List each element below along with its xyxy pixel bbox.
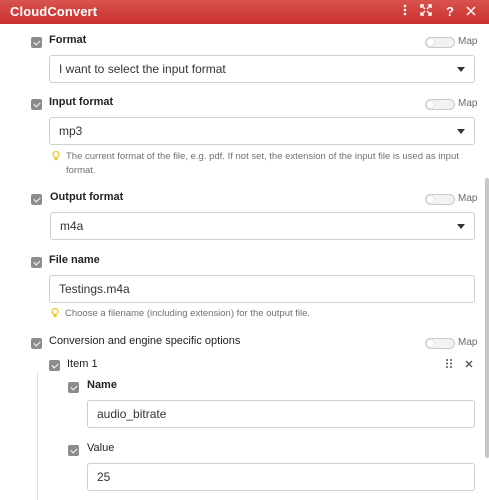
format-select[interactable]: I want to select the input format bbox=[49, 55, 475, 83]
name-checkbox[interactable] bbox=[68, 382, 79, 393]
output-format-label: Output format bbox=[50, 191, 124, 203]
format-select-value: I want to select the input format bbox=[59, 62, 226, 76]
remove-item-icon[interactable] bbox=[465, 359, 473, 371]
format-map-toggle[interactable] bbox=[425, 37, 455, 48]
options-map-toggle[interactable] bbox=[425, 338, 455, 349]
lightbulb-icon bbox=[51, 308, 59, 318]
file-name-hint: Choose a filename (including extension) … bbox=[65, 308, 311, 319]
value-checkbox[interactable] bbox=[68, 445, 79, 456]
format-label: Format bbox=[49, 34, 87, 46]
expand-icon[interactable] bbox=[417, 2, 435, 22]
item-1-label: Item 1 bbox=[67, 358, 98, 370]
file-name-input[interactable]: Testings.m4a bbox=[49, 275, 475, 303]
lightbulb-icon bbox=[52, 151, 60, 161]
more-vertical-icon[interactable] bbox=[396, 2, 414, 22]
input-format-label: Input format bbox=[49, 96, 114, 108]
name-input[interactable]: audio_bitrate bbox=[87, 400, 475, 428]
input-format-select[interactable]: mp3 bbox=[49, 117, 475, 145]
help-icon[interactable]: ? bbox=[441, 2, 459, 22]
output-format-select[interactable]: m4a bbox=[50, 212, 475, 240]
close-icon[interactable] bbox=[462, 2, 480, 22]
output-format-select-value: m4a bbox=[60, 219, 84, 233]
file-name-checkbox[interactable] bbox=[31, 257, 42, 268]
options-checkbox[interactable] bbox=[31, 338, 42, 349]
window-title: CloudConvert bbox=[10, 4, 98, 19]
value-input-value: 25 bbox=[97, 470, 111, 484]
item-1-checkbox[interactable] bbox=[49, 360, 60, 371]
drag-handle-icon[interactable] bbox=[445, 358, 453, 372]
format-map-label: Map bbox=[458, 36, 478, 47]
name-label: Name bbox=[87, 379, 117, 391]
chevron-down-icon bbox=[457, 129, 465, 134]
value-input[interactable]: 25 bbox=[87, 463, 475, 491]
output-format-map-label: Map bbox=[458, 193, 478, 204]
output-format-checkbox[interactable] bbox=[31, 194, 42, 205]
vertical-scrollbar[interactable] bbox=[485, 178, 489, 458]
value-label: Value bbox=[87, 442, 115, 454]
input-format-checkbox[interactable] bbox=[31, 99, 42, 110]
file-name-label: File name bbox=[49, 254, 100, 266]
options-map-label: Map bbox=[458, 337, 478, 348]
output-format-map-toggle[interactable] bbox=[425, 194, 455, 205]
chevron-down-icon bbox=[457, 67, 465, 72]
window-titlebar: CloudConvert ? bbox=[0, 0, 489, 24]
format-checkbox[interactable] bbox=[31, 37, 42, 48]
file-name-input-value: Testings.m4a bbox=[59, 282, 130, 296]
input-format-select-value: mp3 bbox=[59, 124, 83, 138]
options-label: Conversion and engine specific options bbox=[49, 335, 241, 347]
input-format-hint: The current format of the file, e.g. pdf… bbox=[66, 151, 459, 176]
input-format-map-toggle[interactable] bbox=[425, 99, 455, 110]
tree-connector-line bbox=[37, 372, 38, 500]
name-input-value: audio_bitrate bbox=[97, 407, 167, 421]
chevron-down-icon bbox=[457, 224, 465, 229]
input-format-map-label: Map bbox=[458, 98, 478, 109]
